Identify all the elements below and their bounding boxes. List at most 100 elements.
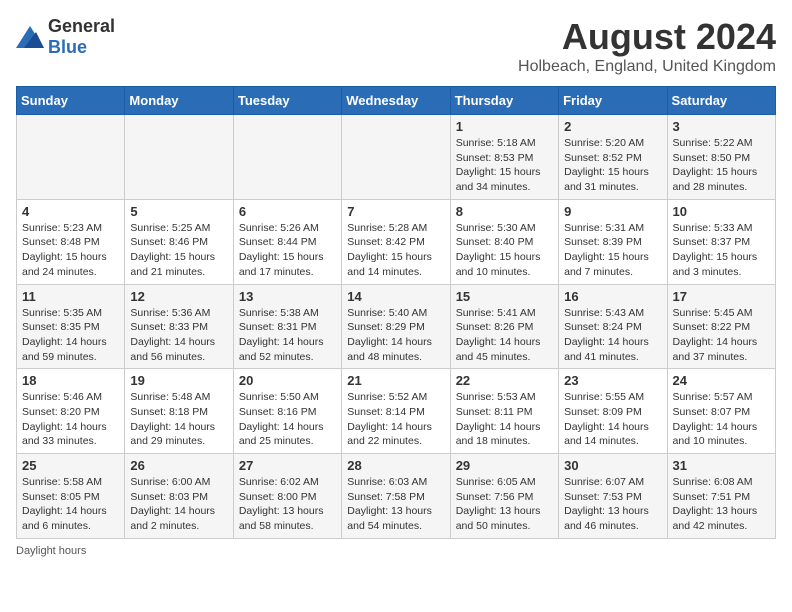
cell-1-4 [342, 115, 450, 200]
cell-4-4: 21 Sunrise: 5:52 AM Sunset: 8:14 PM Dayli… [342, 369, 450, 454]
day-number: 8 [456, 204, 553, 219]
calendar-table: SundayMondayTuesdayWednesdayThursdayFrid… [16, 86, 776, 539]
cell-2-6: 9 Sunrise: 5:31 AM Sunset: 8:39 PM Daylig… [559, 199, 667, 284]
cell-2-4: 7 Sunrise: 5:28 AM Sunset: 8:42 PM Daylig… [342, 199, 450, 284]
day-number: 13 [239, 289, 336, 304]
cell-4-2: 19 Sunrise: 5:48 AM Sunset: 8:18 PM Dayli… [125, 369, 233, 454]
cell-1-7: 3 Sunrise: 5:22 AM Sunset: 8:50 PM Daylig… [667, 115, 775, 200]
day-number: 31 [673, 458, 770, 473]
day-number: 9 [564, 204, 661, 219]
cell-1-2 [125, 115, 233, 200]
day-number: 30 [564, 458, 661, 473]
week-row-5: 25 Sunrise: 5:58 AM Sunset: 8:05 PM Dayli… [17, 454, 776, 539]
day-number: 25 [22, 458, 119, 473]
cell-content: Sunrise: 5:57 AM Sunset: 8:07 PM Dayligh… [673, 390, 770, 449]
cell-content: Sunrise: 5:22 AM Sunset: 8:50 PM Dayligh… [673, 136, 770, 195]
cell-2-5: 8 Sunrise: 5:30 AM Sunset: 8:40 PM Daylig… [450, 199, 558, 284]
cell-5-7: 31 Sunrise: 6:08 AM Sunset: 7:51 PM Dayli… [667, 454, 775, 539]
cell-content: Sunrise: 5:33 AM Sunset: 8:37 PM Dayligh… [673, 221, 770, 280]
day-number: 12 [130, 289, 227, 304]
day-number: 15 [456, 289, 553, 304]
day-number: 23 [564, 373, 661, 388]
logo: General Blue [16, 16, 115, 58]
day-number: 24 [673, 373, 770, 388]
header-monday: Monday [125, 87, 233, 115]
day-number: 3 [673, 119, 770, 134]
cell-1-1 [17, 115, 125, 200]
day-number: 26 [130, 458, 227, 473]
header-tuesday: Tuesday [233, 87, 341, 115]
cell-content: Sunrise: 6:03 AM Sunset: 7:58 PM Dayligh… [347, 475, 444, 534]
cell-content: Sunrise: 5:23 AM Sunset: 8:48 PM Dayligh… [22, 221, 119, 280]
cell-content: Sunrise: 6:02 AM Sunset: 8:00 PM Dayligh… [239, 475, 336, 534]
cell-content: Sunrise: 5:58 AM Sunset: 8:05 PM Dayligh… [22, 475, 119, 534]
cell-content: Sunrise: 5:52 AM Sunset: 8:14 PM Dayligh… [347, 390, 444, 449]
cell-4-3: 20Sunrise: 5:50 AM Sunset: 8:16 PM Dayli… [233, 369, 341, 454]
cell-3-2: 12 Sunrise: 5:36 AM Sunset: 8:33 PM Dayli… [125, 284, 233, 369]
day-number: 5 [130, 204, 227, 219]
title-area: August 2024 Holbeach, England, United Ki… [518, 16, 776, 76]
cell-3-7: 17 Sunrise: 5:45 AM Sunset: 8:22 PM Dayli… [667, 284, 775, 369]
day-number: 28 [347, 458, 444, 473]
cell-content: Sunrise: 6:05 AM Sunset: 7:56 PM Dayligh… [456, 475, 553, 534]
week-row-3: 11Sunrise: 5:35 AM Sunset: 8:35 PM Dayli… [17, 284, 776, 369]
header-wednesday: Wednesday [342, 87, 450, 115]
cell-content: Sunrise: 5:43 AM Sunset: 8:24 PM Dayligh… [564, 306, 661, 365]
header: General Blue August 2024 Holbeach, Engla… [16, 16, 776, 76]
cell-content: Sunrise: 6:08 AM Sunset: 7:51 PM Dayligh… [673, 475, 770, 534]
cell-4-6: 23 Sunrise: 5:55 AM Sunset: 8:09 PM Dayli… [559, 369, 667, 454]
cell-5-4: 28 Sunrise: 6:03 AM Sunset: 7:58 PM Dayli… [342, 454, 450, 539]
cell-1-3 [233, 115, 341, 200]
cell-content: Sunrise: 5:55 AM Sunset: 8:09 PM Dayligh… [564, 390, 661, 449]
cell-content: Sunrise: 5:20 AM Sunset: 8:52 PM Dayligh… [564, 136, 661, 195]
cell-3-4: 14Sunrise: 5:40 AM Sunset: 8:29 PM Dayli… [342, 284, 450, 369]
cell-content: Sunrise: 5:28 AM Sunset: 8:42 PM Dayligh… [347, 221, 444, 280]
cell-1-6: 2Sunrise: 5:20 AM Sunset: 8:52 PM Daylig… [559, 115, 667, 200]
cell-3-6: 16Sunrise: 5:43 AM Sunset: 8:24 PM Dayli… [559, 284, 667, 369]
cell-content: Sunrise: 5:45 AM Sunset: 8:22 PM Dayligh… [673, 306, 770, 365]
cell-2-2: 5 Sunrise: 5:25 AM Sunset: 8:46 PM Daylig… [125, 199, 233, 284]
cell-4-7: 24 Sunrise: 5:57 AM Sunset: 8:07 PM Dayli… [667, 369, 775, 454]
cell-content: Sunrise: 5:31 AM Sunset: 8:39 PM Dayligh… [564, 221, 661, 280]
cell-content: Sunrise: 5:38 AM Sunset: 8:31 PM Dayligh… [239, 306, 336, 365]
day-number: 29 [456, 458, 553, 473]
cell-content: Sunrise: 5:30 AM Sunset: 8:40 PM Dayligh… [456, 221, 553, 280]
day-number: 27 [239, 458, 336, 473]
cell-3-1: 11Sunrise: 5:35 AM Sunset: 8:35 PM Dayli… [17, 284, 125, 369]
header-saturday: Saturday [667, 87, 775, 115]
subtitle: Holbeach, England, United Kingdom [518, 58, 776, 76]
cell-3-5: 15 Sunrise: 5:41 AM Sunset: 8:26 PM Dayli… [450, 284, 558, 369]
cell-content: Sunrise: 5:18 AM Sunset: 8:53 PM Dayligh… [456, 136, 553, 195]
day-number: 10 [673, 204, 770, 219]
day-number: 19 [130, 373, 227, 388]
day-number: 21 [347, 373, 444, 388]
header-thursday: Thursday [450, 87, 558, 115]
day-number: 20 [239, 373, 336, 388]
main-title: August 2024 [518, 16, 776, 58]
day-number: 17 [673, 289, 770, 304]
cell-2-7: 10 Sunrise: 5:33 AM Sunset: 8:37 PM Dayli… [667, 199, 775, 284]
cell-5-2: 26 Sunrise: 6:00 AM Sunset: 8:03 PM Dayli… [125, 454, 233, 539]
cell-content: Sunrise: 5:41 AM Sunset: 8:26 PM Dayligh… [456, 306, 553, 365]
cell-content: Sunrise: 6:00 AM Sunset: 8:03 PM Dayligh… [130, 475, 227, 534]
logo-blue: Blue [48, 37, 87, 57]
cell-4-1: 18Sunrise: 5:46 AM Sunset: 8:20 PM Dayli… [17, 369, 125, 454]
week-row-1: 1Sunrise: 5:18 AM Sunset: 8:53 PM Daylig… [17, 115, 776, 200]
cell-2-1: 4Sunrise: 5:23 AM Sunset: 8:48 PM Daylig… [17, 199, 125, 284]
header-row: SundayMondayTuesdayWednesdayThursdayFrid… [17, 87, 776, 115]
cell-content: Sunrise: 5:53 AM Sunset: 8:11 PM Dayligh… [456, 390, 553, 449]
cell-content: Sunrise: 5:36 AM Sunset: 8:33 PM Dayligh… [130, 306, 227, 365]
cell-content: Sunrise: 5:26 AM Sunset: 8:44 PM Dayligh… [239, 221, 336, 280]
day-number: 6 [239, 204, 336, 219]
header-friday: Friday [559, 87, 667, 115]
cell-5-1: 25 Sunrise: 5:58 AM Sunset: 8:05 PM Dayli… [17, 454, 125, 539]
cell-content: Sunrise: 5:48 AM Sunset: 8:18 PM Dayligh… [130, 390, 227, 449]
cell-4-5: 22Sunrise: 5:53 AM Sunset: 8:11 PM Dayli… [450, 369, 558, 454]
week-row-2: 4Sunrise: 5:23 AM Sunset: 8:48 PM Daylig… [17, 199, 776, 284]
cell-2-3: 6 Sunrise: 5:26 AM Sunset: 8:44 PM Daylig… [233, 199, 341, 284]
day-number: 7 [347, 204, 444, 219]
cell-content: Sunrise: 6:07 AM Sunset: 7:53 PM Dayligh… [564, 475, 661, 534]
day-number: 18 [22, 373, 119, 388]
cell-content: Sunrise: 5:25 AM Sunset: 8:46 PM Dayligh… [130, 221, 227, 280]
calendar-header: SundayMondayTuesdayWednesdayThursdayFrid… [17, 87, 776, 115]
